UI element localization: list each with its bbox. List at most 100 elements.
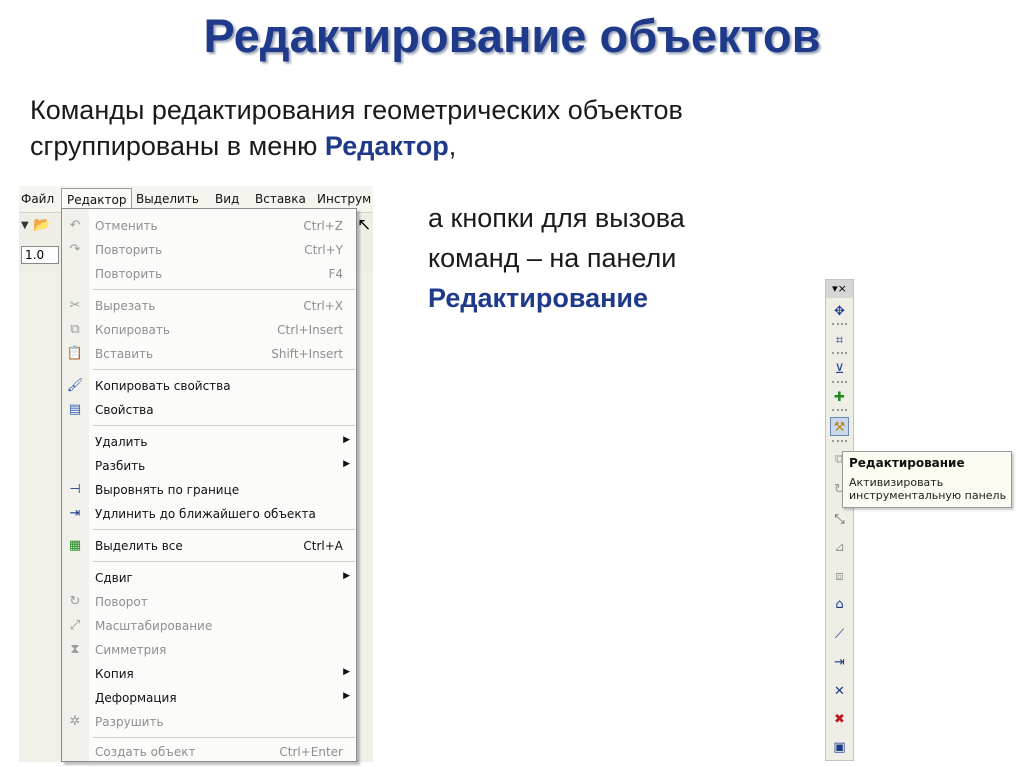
menu-separator — [93, 737, 355, 738]
properties-icon: ▤ — [68, 402, 82, 417]
menu-item-label: Создать объект — [95, 745, 196, 759]
intro-line-2-text: сгруппированы в меню — [30, 131, 325, 161]
submenu-arrow-icon: ▶ — [343, 435, 350, 445]
cursor-icon: ↖ — [357, 215, 372, 235]
intro-text: Команды редактирования геометрических об… — [30, 92, 890, 164]
menu-item-delete[interactable]: Удалить ▶ — [62, 431, 356, 453]
menu-item-undo[interactable]: ↶ Отменить Ctrl+Z — [62, 215, 356, 237]
extend-icon[interactable]: ⇥ — [830, 653, 849, 672]
menu-item-split[interactable]: Разбить ▶ — [62, 455, 356, 477]
menu-item-select-all[interactable]: ▦ Выделить все Ctrl+A — [62, 535, 356, 557]
undo-icon: ↶ — [69, 218, 81, 233]
rotate-icon: ↻ — [69, 594, 81, 609]
delete-icon[interactable]: ✖ — [830, 710, 849, 729]
tooltip-title: Редактирование — [849, 456, 965, 470]
menu-item-label: Удалить — [95, 435, 148, 449]
menu-separator — [93, 529, 355, 530]
menu-item-shortcut: Ctrl+X — [303, 299, 343, 313]
menu-item-label: Сдвиг — [95, 571, 133, 585]
submenu-arrow-icon: ▶ — [343, 691, 350, 701]
toolbar-header-icon[interactable]: ▾× — [826, 280, 853, 298]
menu-file[interactable]: Файл — [21, 192, 54, 206]
menu-item-label: Копировать — [95, 323, 170, 337]
menu-item-copy-submenu[interactable]: Копия ▶ — [62, 663, 356, 685]
menu-item-shortcut: Ctrl+Z — [303, 219, 343, 233]
menu-item-shift[interactable]: Сдвиг ▶ — [62, 567, 356, 589]
extend-icon: ⇥ — [69, 506, 81, 521]
menu-item-scale[interactable]: ⤢ Масштабирование — [62, 615, 356, 637]
open-folder-icon[interactable]: 📂 — [33, 217, 51, 235]
menu-item-paste[interactable]: 📋 Вставить Shift+Insert — [62, 343, 356, 365]
menu-item-shortcut: Ctrl+Enter — [279, 745, 343, 759]
app-screenshot: Файл Редактор Выделить Вид Вставка Инстр… — [19, 186, 373, 762]
mirror-icon[interactable]: ⊿ — [830, 538, 849, 557]
break-icon[interactable]: ✕ — [830, 682, 849, 701]
copy-icon: ⧉ — [70, 322, 80, 337]
menu-item-label: Разрушить — [95, 715, 164, 729]
menu-item-label: Отменить — [95, 219, 158, 233]
editor-dropdown-menu: ↶ Отменить Ctrl+Z ↷ Повторить Ctrl+Y Пов… — [61, 208, 357, 762]
menu-item-shortcut: Ctrl+Y — [304, 243, 343, 257]
edit-panel-button-icon[interactable]: ⚒ — [830, 417, 849, 436]
menu-tools[interactable]: Инструм — [317, 192, 371, 206]
edit-panel-name: Редактирование — [428, 283, 649, 313]
explode-icon[interactable]: ▣ — [830, 738, 849, 757]
grid-icon[interactable]: ⌗ — [830, 331, 849, 350]
menu-item-label: Удлинить до ближайшего объекта — [95, 507, 316, 521]
menu-item-label: Масштабирование — [95, 619, 213, 633]
menu-item-cut[interactable]: ✂ Вырезать Ctrl+X — [62, 295, 356, 317]
menu-item-explode[interactable]: ✲ Разрушить — [62, 711, 356, 733]
snap-icon[interactable]: ⊻ — [830, 360, 849, 379]
menu-item-mirror[interactable]: ⧗ Симметрия — [62, 639, 356, 661]
menu-item-properties[interactable]: ▤ Свойства — [62, 399, 356, 421]
scale-field[interactable]: 1.0 — [21, 246, 59, 264]
intro-line-1: Команды редактирования геометрических об… — [30, 95, 683, 125]
menu-editor[interactable]: Редактор — [61, 188, 133, 208]
menu-item-label: Симметрия — [95, 643, 167, 657]
menu-separator — [93, 561, 355, 562]
menu-item-shortcut: F4 — [328, 267, 343, 281]
menu-item-label: Поворот — [95, 595, 148, 609]
paste-icon: 📋 — [66, 346, 84, 361]
menu-insert[interactable]: Вставка — [255, 192, 306, 206]
scissors-icon: ✂ — [69, 298, 81, 313]
menu-item-label: Выровнять по границе — [95, 483, 240, 497]
submenu-arrow-icon: ▶ — [343, 571, 350, 581]
menu-item-align-boundary[interactable]: ⊣ Выровнять по границе — [62, 479, 356, 501]
menu-item-label: Разбить — [95, 459, 146, 473]
toolbar-separator — [832, 352, 847, 356]
toolbar-chevron-icon[interactable]: ▼ — [21, 220, 29, 231]
move-icon[interactable]: ✥ — [830, 302, 849, 321]
menu-item-label: Копия — [95, 667, 134, 681]
point-icon[interactable]: ✚ — [830, 388, 849, 407]
deform-icon[interactable]: ⌂ — [830, 595, 849, 614]
submenu-arrow-icon: ▶ — [343, 667, 350, 677]
toolbar-separator — [832, 440, 847, 444]
menu-select[interactable]: Выделить — [136, 192, 199, 206]
slide-title: Редактирование объектов — [203, 9, 821, 62]
explode-icon: ✲ — [69, 714, 81, 729]
menu-item-copy[interactable]: ⧉ Копировать Ctrl+Insert — [62, 319, 356, 341]
aside-line-2: команд – на панели — [428, 243, 677, 273]
redo-icon: ↷ — [69, 242, 81, 257]
menu-item-deform[interactable]: Деформация ▶ — [62, 687, 356, 709]
menu-view[interactable]: Вид — [215, 192, 239, 206]
select-all-icon: ▦ — [68, 538, 82, 553]
aside-text: а кнопки для вызова команд – на панели Р… — [428, 198, 808, 318]
toolbar-tooltip: Редактирование Активизировать инструмент… — [842, 451, 1012, 508]
scale-icon[interactable]: ⤡ — [830, 510, 849, 529]
menu-item-label: Копировать свойства — [95, 379, 231, 393]
menu-item-extend[interactable]: ⇥ Удлинить до ближайшего объекта — [62, 503, 356, 525]
menu-item-create-object[interactable]: Создать объект Ctrl+Enter — [62, 741, 356, 763]
menu-item-repeat[interactable]: Повторить F4 — [62, 263, 356, 285]
menu-separator — [93, 425, 355, 426]
toolbar-separator — [832, 323, 847, 327]
toolbar-separator — [832, 409, 847, 413]
align-boundary-icon: ⊣ — [69, 482, 81, 497]
copy-icon[interactable]: ⧈ — [830, 567, 849, 586]
menu-item-redo[interactable]: ↷ Повторить Ctrl+Y — [62, 239, 356, 261]
trim-icon[interactable]: ⟋ — [830, 625, 849, 644]
menu-item-rotate[interactable]: ↻ Поворот — [62, 591, 356, 613]
menu-item-copy-properties[interactable]: 🖌 Копировать свойства — [62, 375, 356, 397]
edit-toolbar: ▾× ✥ ⌗ ⊻ ✚ ⚒ ⧉ ↻ ⤡ ⊿ ⧈ ⌂ ⟋ ⇥ ✕ ✖ ▣ — [825, 279, 854, 761]
